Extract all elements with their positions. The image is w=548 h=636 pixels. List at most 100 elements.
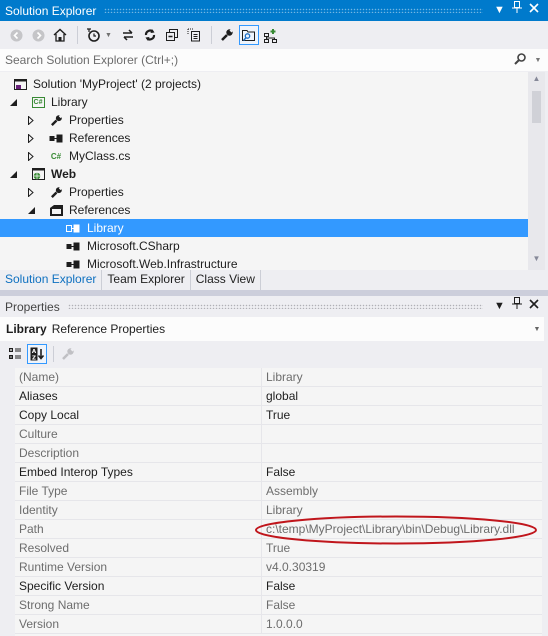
collapsed-arrow-icon[interactable] <box>26 151 36 161</box>
scroll-thumb[interactable] <box>532 91 541 123</box>
close-icon[interactable] <box>525 296 542 317</box>
show-all-files-button[interactable] <box>184 25 204 45</box>
solution-tree: Solution 'MyProject' (2 projects) C# Libra… <box>0 72 528 270</box>
csharp-project-icon: C# <box>30 95 46 109</box>
object-selector-dropdown[interactable]: Library Reference Properties ▼ <box>0 317 544 341</box>
wrench-icon <box>48 185 64 199</box>
pending-changes-filter-button[interactable] <box>83 25 103 45</box>
collapse-all-button[interactable] <box>162 25 182 45</box>
home-button[interactable] <box>50 25 70 45</box>
toolbar-separator <box>53 346 54 362</box>
collapsed-arrow-icon[interactable] <box>26 133 36 143</box>
home-icon <box>53 28 67 42</box>
property-row[interactable]: Aliases global <box>15 387 542 406</box>
properties-button[interactable] <box>217 25 237 45</box>
scroll-down-icon[interactable]: ▼ <box>528 254 545 268</box>
reference-icon <box>65 239 81 253</box>
class-diagram-button[interactable] <box>261 25 281 45</box>
property-row[interactable]: Embed Interop Types False <box>15 463 542 482</box>
tree-node[interactable]: Properties <box>0 183 528 201</box>
chevron-down-icon[interactable]: ▼ <box>530 326 544 333</box>
solution-explorer-title-bar[interactable]: Solution Explorer ▼ <box>0 0 548 21</box>
title-grip[interactable] <box>67 304 483 309</box>
tree-node[interactable]: C# Library <box>0 93 528 111</box>
tab-solution-explorer[interactable]: Solution Explorer <box>0 270 103 290</box>
scroll-up-icon[interactable]: ▲ <box>528 74 545 88</box>
tree-node[interactable]: Web <box>0 165 528 183</box>
collapsed-arrow-icon[interactable] <box>26 187 36 197</box>
toolbar-separator <box>210 26 212 44</box>
alphabetical-button[interactable]: AZ <box>27 344 47 364</box>
pin-icon[interactable] <box>508 0 525 21</box>
search-options-dropdown-icon[interactable]: ▼ <box>528 57 548 64</box>
property-name: Version <box>15 615 262 633</box>
search-icon[interactable] <box>514 52 528 68</box>
collapsed-arrow-icon[interactable] <box>26 115 36 125</box>
tree-node[interactable]: Solution 'MyProject' (2 projects) <box>0 75 528 93</box>
close-icon[interactable] <box>525 0 542 21</box>
reference-icon <box>65 257 81 270</box>
tree-node[interactable]: Properties <box>0 111 528 129</box>
tool-window-tabs: Solution Explorer Team Explorer Class Vi… <box>0 270 548 290</box>
tree-node[interactable]: C# MyClass.cs <box>0 147 528 165</box>
property-value[interactable]: global <box>262 387 542 405</box>
tree-node[interactable]: Library <box>0 219 528 237</box>
forward-button[interactable] <box>28 25 48 45</box>
property-pages-button[interactable] <box>58 344 78 364</box>
pin-icon[interactable] <box>508 296 525 317</box>
sync-button[interactable] <box>118 25 138 45</box>
property-row[interactable]: Strong Name False <box>15 596 542 615</box>
property-value[interactable]: False <box>262 577 542 595</box>
filter-dropdown-icon[interactable]: ▼ <box>105 32 112 39</box>
expanded-arrow-icon[interactable] <box>8 97 18 107</box>
tree-node[interactable]: References <box>0 201 528 219</box>
refresh-icon <box>144 29 156 41</box>
tree-node[interactable]: References <box>0 129 528 147</box>
categorized-button[interactable] <box>5 344 25 364</box>
dropdown-icon[interactable]: ▼ <box>491 0 508 21</box>
property-value[interactable]: True <box>262 406 542 424</box>
solution-icon <box>12 77 28 91</box>
wrench-icon <box>48 113 64 127</box>
property-value[interactable]: False <box>262 463 542 481</box>
property-row[interactable]: File Type Assembly <box>15 482 542 501</box>
property-row[interactable]: Runtime Version v4.0.30319 <box>15 558 542 577</box>
property-value: Library <box>266 503 303 517</box>
properties-title: Properties <box>5 299 60 314</box>
toolbar-separator <box>77 26 78 44</box>
tab-team-explorer[interactable]: Team Explorer <box>102 270 191 290</box>
property-name: Resolved <box>15 539 262 557</box>
dropdown-icon[interactable]: ▼ <box>491 296 508 317</box>
property-row[interactable]: Culture <box>15 425 542 444</box>
property-name: Culture <box>15 425 262 443</box>
title-grip[interactable] <box>104 8 483 13</box>
property-value <box>262 425 542 443</box>
property-row[interactable]: Copy Local True <box>15 406 542 425</box>
tree-vertical-scrollbar[interactable]: ▲ ▼ <box>528 72 545 270</box>
property-row[interactable]: (Name) Library <box>15 368 542 387</box>
property-value: Library <box>266 370 303 384</box>
tree-node-label: Properties <box>69 113 124 127</box>
property-row[interactable]: Description <box>15 444 542 463</box>
search-solution-explorer-input[interactable]: Search Solution Explorer (Ctrl+;) ▼ <box>0 49 548 71</box>
property-grid: (Name) Library Aliases global Copy Local True… <box>15 368 542 636</box>
tree-node[interactable]: Microsoft.Web.Infrastructure <box>0 255 528 270</box>
svg-text:A: A <box>31 349 36 355</box>
property-row[interactable]: Identity Library <box>15 501 542 520</box>
back-button[interactable] <box>6 25 26 45</box>
property-row[interactable]: Specific Version False <box>15 577 542 596</box>
preview-selected-items-button[interactable] <box>238 25 259 45</box>
properties-title-bar[interactable]: Properties ▼ <box>0 296 548 317</box>
tab-class-view[interactable]: Class View <box>191 270 261 290</box>
web-project-icon <box>30 167 46 181</box>
tree-node[interactable]: Microsoft.CSharp <box>0 237 528 255</box>
property-row[interactable]: Path c:\temp\MyProject\Library\bin\Debug\… <box>15 520 542 539</box>
property-row[interactable]: Resolved True <box>15 539 542 558</box>
solution-explorer-title: Solution Explorer <box>5 3 97 18</box>
expanded-arrow-icon[interactable] <box>26 205 36 215</box>
property-name: Specific Version <box>15 577 262 595</box>
refresh-button[interactable] <box>140 25 160 45</box>
tree-node-label: Microsoft.Web.Infrastructure <box>87 257 238 270</box>
expanded-arrow-icon[interactable] <box>8 169 18 179</box>
property-row[interactable]: Version 1.0.0.0 <box>15 615 542 634</box>
